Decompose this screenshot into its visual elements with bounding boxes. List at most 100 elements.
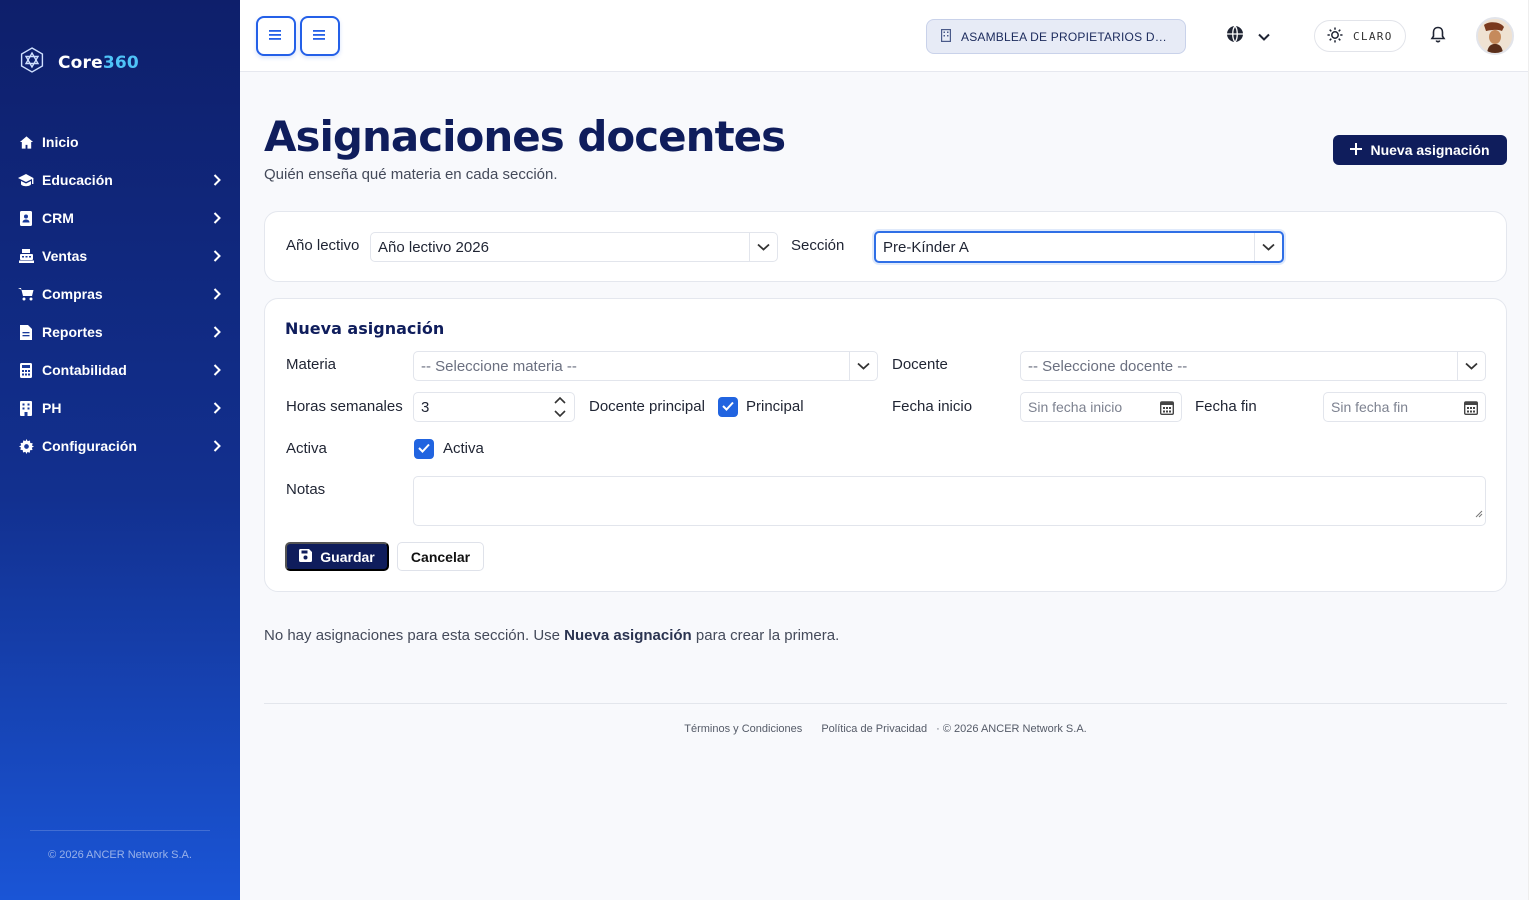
year-select-value: Año lectivo 2026 [378, 238, 489, 256]
notifications-bell-icon[interactable] [1430, 26, 1446, 49]
empty-state-message: No hay asignaciones para esta sección. U… [264, 627, 839, 644]
save-label: Guardar [320, 548, 375, 565]
menu-icon [313, 29, 327, 44]
sidebar-item-crm[interactable]: CRM [0, 199, 240, 237]
user-avatar[interactable] [1476, 17, 1514, 55]
sidebar-item-inicio[interactable]: Inicio [0, 123, 240, 161]
principal-checkbox[interactable] [718, 397, 738, 417]
footer-divider [264, 703, 1507, 704]
topbar: ASAMBLEA DE PROPIETARIOS DE PH DIAMOND H… [240, 0, 1528, 72]
sidebar-item-label: Ventas [42, 248, 88, 264]
theme-label: CLARO [1353, 29, 1393, 43]
graduation-cap-icon [18, 172, 34, 188]
cancel-button[interactable]: Cancelar [397, 542, 484, 571]
brand-logo[interactable]: Core360 [18, 46, 139, 79]
gear-icon [18, 438, 34, 454]
core360-logo-icon [18, 46, 46, 79]
toggle-sidebar-button[interactable] [256, 16, 296, 56]
sidebar-item-contabilidad[interactable]: Contabilidad [0, 351, 240, 389]
year-label: Año lectivo [286, 237, 360, 254]
chevron-right-icon [212, 364, 222, 376]
principal-check-label: Principal [746, 398, 804, 415]
sidebar-item-label: Educación [42, 172, 113, 188]
theme-toggle[interactable]: CLARO [1314, 20, 1406, 52]
fecha-fin-placeholder: Sin fecha fin [1331, 399, 1409, 415]
calculator-icon [18, 362, 34, 378]
sidebar-item-label: Compras [42, 286, 103, 302]
chevron-right-icon [212, 250, 222, 262]
notas-label: Notas [286, 481, 326, 498]
scrollbar[interactable] [1528, 0, 1536, 900]
section-label: Sección [791, 237, 845, 254]
cart-icon [18, 286, 34, 302]
chevron-right-icon [212, 174, 222, 186]
terms-link[interactable]: Términos y Condiciones [684, 723, 802, 735]
activa-label: Activa [286, 440, 327, 457]
chevron-right-icon [212, 212, 222, 224]
fecha-inicio-input[interactable]: Sin fecha inicio [1020, 392, 1182, 422]
calendar-icon[interactable] [1457, 393, 1485, 421]
page-subtitle: Quién enseña qué materia en cada sección… [264, 166, 558, 183]
sidebar-item-ventas[interactable]: Ventas [0, 237, 240, 275]
horas-label: Horas semanales [286, 398, 403, 415]
number-stepper-icon[interactable] [546, 393, 574, 421]
year-select[interactable]: Año lectivo 2026 [370, 232, 778, 262]
sidebar-item-configuracion[interactable]: Configuración [0, 427, 240, 465]
building-icon [18, 400, 34, 416]
materia-select-value: -- Seleccione materia -- [421, 357, 577, 375]
sidebar-item-compras[interactable]: Compras [0, 275, 240, 313]
sidebar-footer: © 2026 ANCER Network S.A. [48, 849, 192, 861]
section-select-value: Pre-Kínder A [883, 238, 969, 256]
chevron-down-icon [849, 352, 877, 380]
sidebar-nav: Inicio Educación CRM Ventas Compras Repo… [0, 123, 240, 465]
docente-label: Docente [892, 356, 948, 373]
new-assignment-label: Nueva asignación [1370, 142, 1490, 158]
empty-state-suffix: para crear la primera. [691, 627, 840, 644]
new-assignment-button[interactable]: Nueva asignación [1333, 135, 1507, 165]
chevron-down-icon [1254, 233, 1282, 261]
floppy-disk-icon [299, 548, 313, 565]
empty-state-emphasis: Nueva asignación [564, 627, 692, 644]
sidebar-item-label: CRM [42, 210, 74, 226]
section-select[interactable]: Pre-Kínder A [874, 231, 1284, 263]
chevron-right-icon [212, 402, 222, 414]
fecha-inicio-placeholder: Sin fecha inicio [1028, 399, 1123, 415]
chevron-down-icon [749, 233, 777, 261]
sidebar-divider [30, 830, 210, 831]
calendar-icon[interactable] [1153, 393, 1181, 421]
sidebar-item-label: Inicio [42, 134, 79, 150]
footer-copyright: · © 2026 ANCER Network S.A. [936, 723, 1087, 735]
fecha-fin-input[interactable]: Sin fecha fin [1323, 392, 1486, 422]
toggle-menu-button[interactable] [300, 16, 340, 56]
checkmark-icon [722, 398, 734, 416]
activa-check-label: Activa [443, 440, 484, 457]
activa-checkbox[interactable] [414, 439, 434, 459]
fecha-inicio-label: Fecha inicio [892, 398, 973, 415]
sidebar-item-reportes[interactable]: Reportes [0, 313, 240, 351]
sidebar: Core360 Inicio Educación CRM Ventas Comp… [0, 0, 240, 900]
sun-icon [1327, 27, 1343, 46]
docente-select[interactable]: -- Seleccione docente -- [1020, 351, 1486, 381]
horas-input[interactable]: 3 [413, 392, 575, 422]
language-selector[interactable] [1226, 25, 1270, 48]
home-icon [18, 134, 34, 150]
cash-register-icon [18, 248, 34, 264]
sidebar-item-ph[interactable]: PH [0, 389, 240, 427]
chevron-down-icon [1258, 28, 1270, 46]
checkmark-icon [418, 440, 430, 458]
form-title: Nueva asignación [285, 319, 445, 338]
brand-name: Core360 [58, 52, 139, 73]
chevron-right-icon [212, 326, 222, 338]
principal-label: Docente principal [589, 398, 705, 415]
save-button[interactable]: Guardar [285, 542, 389, 571]
sidebar-item-educacion[interactable]: Educación [0, 161, 240, 199]
building-icon [941, 28, 952, 45]
docente-select-value: -- Seleccione docente -- [1028, 357, 1188, 375]
notas-textarea[interactable] [413, 476, 1486, 526]
organization-selector[interactable]: ASAMBLEA DE PROPIETARIOS DE PH DIAMOND H… [926, 19, 1186, 54]
materia-select[interactable]: -- Seleccione materia -- [413, 351, 878, 381]
organization-name: ASAMBLEA DE PROPIETARIOS DE PH DIAMOND H… [961, 29, 1171, 44]
resize-handle-icon[interactable] [1475, 505, 1483, 523]
privacy-link[interactable]: Política de Privacidad [821, 723, 927, 735]
plus-icon [1350, 142, 1363, 158]
